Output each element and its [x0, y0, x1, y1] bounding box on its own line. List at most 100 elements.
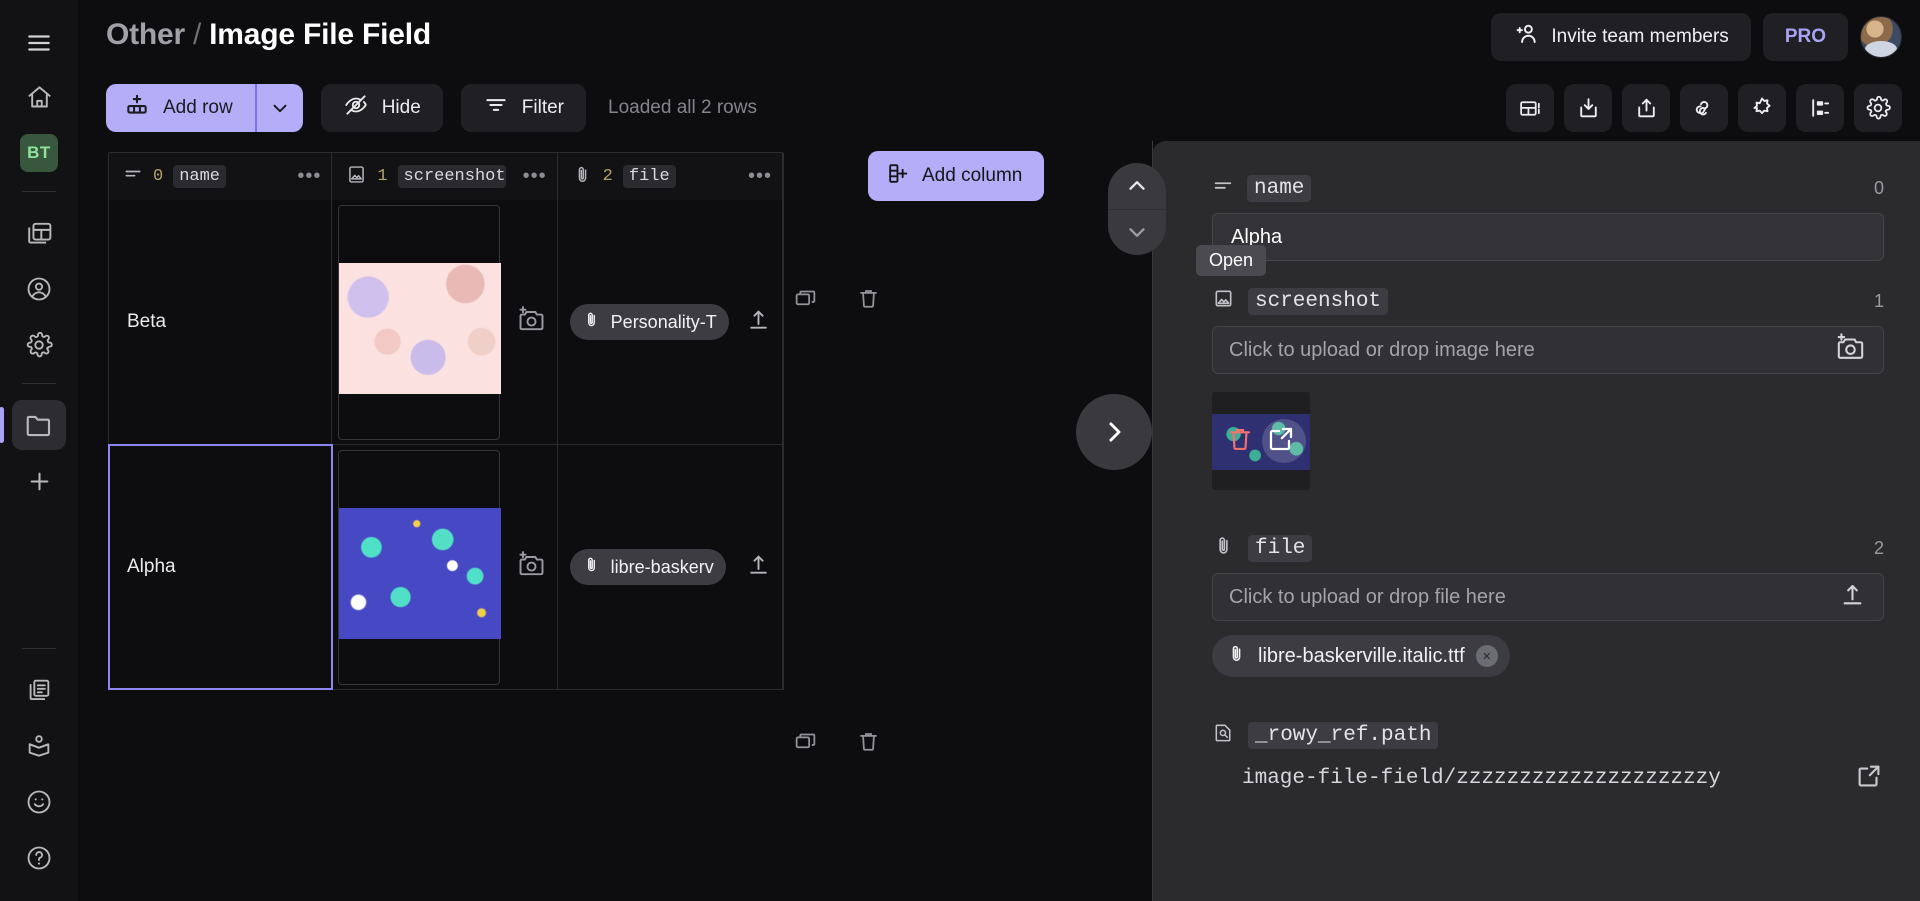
chevron-down-icon[interactable] — [1108, 210, 1166, 256]
hamburger-icon[interactable] — [16, 20, 62, 66]
file-chip[interactable]: libre-baskerv — [570, 549, 726, 585]
breadcrumb-parent[interactable]: Other — [106, 18, 185, 51]
upload-icon[interactable] — [745, 306, 772, 338]
table-row[interactable]: Alpha libre-baskerv — [108, 445, 784, 690]
sidebar-item-settings[interactable] — [12, 320, 66, 370]
rail-divider-mid — [22, 383, 56, 384]
duplicate-row-icon[interactable] — [793, 729, 818, 759]
paperclip-icon — [582, 310, 601, 334]
webhooks-icon[interactable] — [1680, 84, 1728, 132]
delete-row-icon[interactable] — [856, 286, 881, 316]
file-chip[interactable]: Personality-T — [570, 304, 729, 340]
open-tooltip: Open — [1196, 245, 1266, 276]
add-row-dropdown[interactable] — [257, 84, 303, 132]
sidebar-item-learn[interactable] — [12, 721, 66, 771]
field-label-row: file 2 — [1212, 534, 1884, 562]
chevron-up-icon[interactable] — [1108, 163, 1166, 210]
file-chip-label: libre-baskerville.italic.ttf — [1258, 645, 1465, 668]
upload-icon[interactable] — [1838, 580, 1867, 615]
sidebar-item-users[interactable] — [12, 264, 66, 314]
cell-screenshot[interactable] — [332, 445, 557, 689]
open-external-icon[interactable] — [1854, 761, 1884, 796]
breadcrumb: Other/Image File Field — [106, 18, 431, 52]
export-icon[interactable] — [1622, 84, 1670, 132]
filter-button[interactable]: Filter — [461, 84, 586, 132]
column-menu-button[interactable]: ••• — [748, 165, 772, 188]
document-search-icon — [1212, 721, 1235, 749]
open-external-icon[interactable] — [1265, 423, 1297, 460]
cell-file[interactable]: Personality-T — [558, 200, 783, 444]
invite-team-members-button[interactable]: Invite team members — [1491, 13, 1750, 61]
add-column-button[interactable]: Add column — [868, 151, 1044, 201]
thumbnail-frame — [338, 205, 500, 440]
column-header-screenshot[interactable]: 1 screenshot ••• — [332, 153, 557, 200]
cell-file[interactable]: libre-baskerv — [558, 445, 783, 689]
column-header-name[interactable]: 0 name ••• — [109, 153, 332, 200]
name-input[interactable]: Alpha — [1212, 213, 1884, 261]
field-index: 2 — [1874, 538, 1884, 559]
extensions-icon[interactable] — [1738, 84, 1786, 132]
sidebar-item-add[interactable] — [12, 456, 66, 506]
toolbar-left: Add row Hide Filter Loaded all 2 rows — [106, 84, 757, 132]
hide-button[interactable]: Hide — [321, 84, 443, 132]
cloud-logs-icon[interactable] — [1796, 84, 1844, 132]
avatar[interactable] — [1860, 16, 1902, 58]
file-attachment-chip[interactable]: libre-baskerville.italic.ttf × — [1212, 635, 1510, 677]
image-dropzone[interactable]: Click to upload or drop image here — [1212, 326, 1884, 374]
page-title: Image File Field — [209, 18, 431, 51]
screenshot-attachment-thumb[interactable] — [1212, 392, 1310, 490]
add-photo-icon[interactable] — [516, 549, 547, 585]
screenshot-thumbnail-beta[interactable] — [339, 263, 501, 394]
sidebar-item-feedback[interactable] — [12, 777, 66, 827]
cell-name[interactable]: Beta — [109, 200, 332, 444]
duplicate-row-icon[interactable] — [793, 286, 818, 316]
row-height-icon[interactable] — [1506, 84, 1554, 132]
remove-file-icon[interactable]: × — [1476, 645, 1498, 667]
field-index: 0 — [1874, 178, 1884, 199]
rail-divider-top — [22, 191, 56, 192]
sidebar-item-tables[interactable] — [12, 208, 66, 258]
add-photo-icon[interactable] — [516, 304, 547, 340]
paperclip-icon — [582, 555, 601, 579]
cell-value: Beta — [109, 311, 166, 333]
import-icon[interactable] — [1564, 84, 1612, 132]
add-row-main[interactable]: Add row — [106, 84, 255, 132]
left-rail: BT — [0, 0, 78, 901]
file-chip-label: Personality-T — [611, 312, 717, 333]
cell-screenshot[interactable] — [332, 200, 557, 444]
add-photo-icon[interactable] — [1834, 331, 1867, 370]
field-label-row: name 0 — [1212, 175, 1884, 202]
row-nav-buttons — [1108, 163, 1166, 255]
sidebar-item-workspace[interactable]: BT — [12, 128, 66, 178]
column-menu-button[interactable]: ••• — [523, 165, 547, 188]
trash-icon[interactable] — [1225, 424, 1255, 459]
panel-expand-button[interactable] — [1076, 394, 1152, 470]
delete-row-icon[interactable] — [856, 729, 881, 759]
rail-divider-bottom — [22, 648, 56, 649]
sidebar-item-home[interactable] — [12, 72, 66, 122]
file-dropzone[interactable]: Click to upload or drop file here — [1212, 573, 1884, 621]
column-name: screenshot — [398, 165, 506, 188]
screenshot-thumbnail-alpha[interactable] — [339, 508, 501, 639]
column-header-file[interactable]: 2 file ••• — [558, 153, 783, 200]
field-key: screenshot — [1248, 288, 1388, 315]
column-name: file — [623, 165, 676, 188]
add-row-button[interactable]: Add row — [106, 84, 303, 132]
cell-name-selected[interactable]: Alpha — [109, 445, 332, 689]
workspace-badge: BT — [20, 134, 58, 172]
pro-badge-button[interactable]: PRO — [1763, 13, 1848, 61]
column-menu-button[interactable]: ••• — [297, 165, 321, 188]
sidebar-item-docs[interactable] — [12, 665, 66, 715]
column-index: 1 — [377, 167, 387, 186]
table-settings-icon[interactable] — [1854, 84, 1902, 132]
row-actions — [793, 286, 881, 316]
paperclip-icon — [572, 164, 593, 190]
upload-icon[interactable] — [745, 551, 772, 583]
hide-label: Hide — [382, 97, 421, 119]
sidebar-item-help[interactable] — [12, 833, 66, 883]
invite-label: Invite team members — [1551, 26, 1728, 48]
sidebar-item-projects[interactable] — [12, 400, 66, 450]
field-label-row: screenshot 1 — [1212, 287, 1884, 315]
table-row[interactable]: Beta Personality-T — [108, 200, 784, 445]
add-column-label: Add column — [922, 165, 1022, 187]
